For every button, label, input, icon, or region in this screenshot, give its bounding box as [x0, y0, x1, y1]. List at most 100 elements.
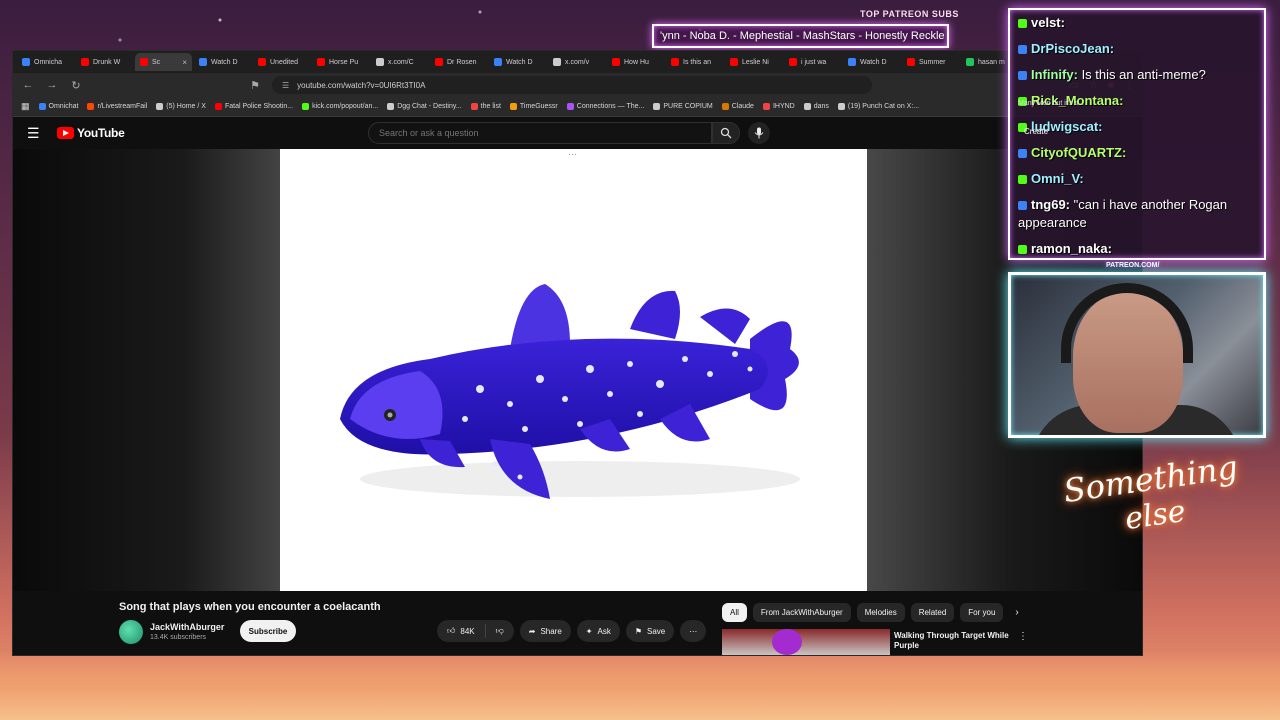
search-input[interactable] [368, 122, 712, 144]
browser-tab[interactable]: Summer [902, 53, 959, 71]
recommended-video-title[interactable]: Walking Through Target While Purple [894, 631, 1014, 651]
bookmark-item[interactable]: TimeGuessr [509, 103, 558, 110]
browser-tab[interactable]: Drunk W [76, 53, 133, 71]
tab-close-icon[interactable]: × [182, 58, 187, 67]
bookmark-item[interactable]: r/LivestreamFail [87, 103, 147, 110]
tab-favicon-icon [907, 58, 915, 66]
bookmark-item[interactable]: (5) Home / X [156, 103, 206, 110]
browser-tab[interactable]: Horse Pu [312, 53, 369, 71]
browser-tab[interactable]: x.com/v [548, 53, 605, 71]
bookmark-item[interactable]: dans [803, 103, 829, 110]
browser-tab[interactable]: Dr Rosen [430, 53, 487, 71]
apps-icon[interactable]: ▦ [21, 101, 30, 112]
recommended-video-thumbnail[interactable] [722, 629, 890, 655]
browser-tab[interactable]: How Hu [607, 53, 664, 71]
menu-hamburger-icon[interactable]: ☰ [27, 125, 57, 142]
chat-username: CityofQUARTZ: [1031, 145, 1127, 160]
browser-tab[interactable]: x.com/C [371, 53, 428, 71]
video-player[interactable]: ⋯ [13, 149, 1142, 591]
browser-tab[interactable]: Watch D [843, 53, 900, 71]
bookmark-label: kick.com/popout/an... [312, 103, 379, 110]
bookmark-item[interactable]: PURE COPIUM [653, 103, 713, 110]
browser-tab[interactable]: Unedited [253, 53, 310, 71]
search-button[interactable] [712, 122, 740, 144]
tab-favicon-icon [22, 58, 30, 66]
youtube-logo[interactable]: YouTube [57, 126, 125, 140]
bookmark-item[interactable]: the list [470, 103, 501, 110]
chat-message: Infinify: Is this an anti-meme? [1010, 62, 1264, 88]
url-field[interactable]: ☰ youtube.com/watch?v=0UI6Rt3TI0A [272, 76, 872, 94]
bookmark-item[interactable]: Claude [721, 103, 754, 110]
save-button[interactable]: ⚑ Save [625, 620, 675, 642]
bookmark-label: TimeGuessr [519, 103, 558, 110]
ask-button[interactable]: ✦ Ask [576, 620, 620, 642]
youtube-logo-text: YouTube [77, 126, 125, 140]
browser-tab[interactable]: i just wa [784, 53, 841, 71]
chat-message: ludwigscat: [1010, 114, 1264, 140]
dislike-button[interactable]: 👎︎ [486, 620, 514, 642]
bookmark-label: dans [813, 103, 829, 110]
filter-chip[interactable]: From JackWithAburger [752, 603, 851, 622]
forward-icon[interactable]: → [45, 79, 59, 91]
video-frame[interactable]: ⋯ [280, 149, 867, 591]
tab-favicon-icon [199, 58, 207, 66]
browser-tab[interactable]: Watch D [194, 53, 251, 71]
ask-label: Ask [597, 626, 611, 636]
bookmark-icon[interactable]: ⚑ [248, 79, 262, 92]
tab-favicon-icon [966, 58, 974, 66]
bookmark-favicon-icon [38, 103, 46, 110]
bookmark-item[interactable]: Connections — The... [566, 103, 644, 110]
sparkle-icon: ✦ [585, 626, 593, 636]
thumbs-down-icon: 👎︎ [495, 626, 504, 635]
bookmark-favicon-icon [653, 103, 661, 110]
chips-next-icon[interactable]: › [1015, 607, 1018, 618]
recommended-more-icon[interactable]: ⋮ [1018, 631, 1028, 642]
tab-favicon-icon [848, 58, 856, 66]
bookmark-item[interactable]: kick.com/popout/an... [302, 103, 378, 110]
subscribe-button[interactable]: Subscribe [240, 620, 296, 642]
filter-chip[interactable]: All [722, 603, 747, 622]
reload-icon[interactable]: ↻ [69, 79, 83, 92]
thumbs-up-icon: 👍︎ [447, 626, 456, 635]
more-options-icon[interactable]: ⋯ [568, 149, 577, 160]
tab-label: Unedited [270, 58, 299, 66]
browser-tab[interactable]: Sc × [135, 53, 192, 71]
tab-label: Drunk W [93, 58, 121, 66]
channel-name[interactable]: JackWithAburger [150, 622, 224, 632]
coelacanth-image [340, 284, 800, 499]
tab-favicon-icon [140, 58, 148, 66]
bookmark-item[interactable]: Fatal Police Shootin... [214, 103, 293, 110]
bookmark-item[interactable]: IHYND [762, 103, 795, 110]
bookmark-item[interactable]: (19) Punch Cat on X:... [837, 103, 919, 110]
bookmark-label: IHYND [772, 103, 795, 110]
browser-tab[interactable]: Watch D [489, 53, 546, 71]
browser-tab[interactable]: Omnicha [17, 53, 74, 71]
patreon-subs-ticker: 'ynn - Noba D. - Mephestial - MashStars … [652, 24, 949, 48]
bookmark-favicon-icon [470, 103, 478, 110]
voice-search-button[interactable] [748, 122, 770, 144]
video-title: Song that plays when you encounter a coe… [119, 601, 381, 613]
channel-avatar[interactable] [119, 620, 143, 644]
browser-tab[interactable]: Leslie Ni [725, 53, 782, 71]
patreon-url-tag: PATREON.COM/ [1106, 262, 1160, 269]
bookmark-item[interactable]: Omnichat [38, 103, 78, 110]
tab-label: x.com/C [388, 58, 414, 66]
more-actions-button[interactable]: ⋯ [680, 620, 707, 642]
like-dislike-group: 👍︎ 84K 👎︎ [437, 620, 514, 642]
chat-message: CityofQUARTZ: [1010, 140, 1264, 166]
chat-toolbar-text: Many Men but it's s... [1018, 100, 1084, 107]
site-info-icon[interactable]: ☰ [282, 81, 289, 90]
chat-message: tng69: "can i have another Rogan appeara… [1010, 192, 1264, 236]
filter-chip[interactable]: Related [910, 603, 955, 622]
share-button[interactable]: ➦ Share [519, 620, 571, 642]
create-button[interactable]: Create [1024, 127, 1048, 136]
bookmark-label: Claude [731, 103, 754, 110]
something-else-logo: Something else [1055, 440, 1265, 550]
back-icon[interactable]: ← [21, 79, 35, 91]
platform-badge-icon [1018, 245, 1027, 255]
filter-chip[interactable]: Melodies [856, 603, 905, 622]
browser-tab[interactable]: Is this an [666, 53, 723, 71]
like-button[interactable]: 👍︎ 84K [437, 620, 485, 642]
bookmark-item[interactable]: Dgg Chat - Destiny... [387, 103, 462, 110]
filter-chip[interactable]: For you [960, 603, 1004, 622]
